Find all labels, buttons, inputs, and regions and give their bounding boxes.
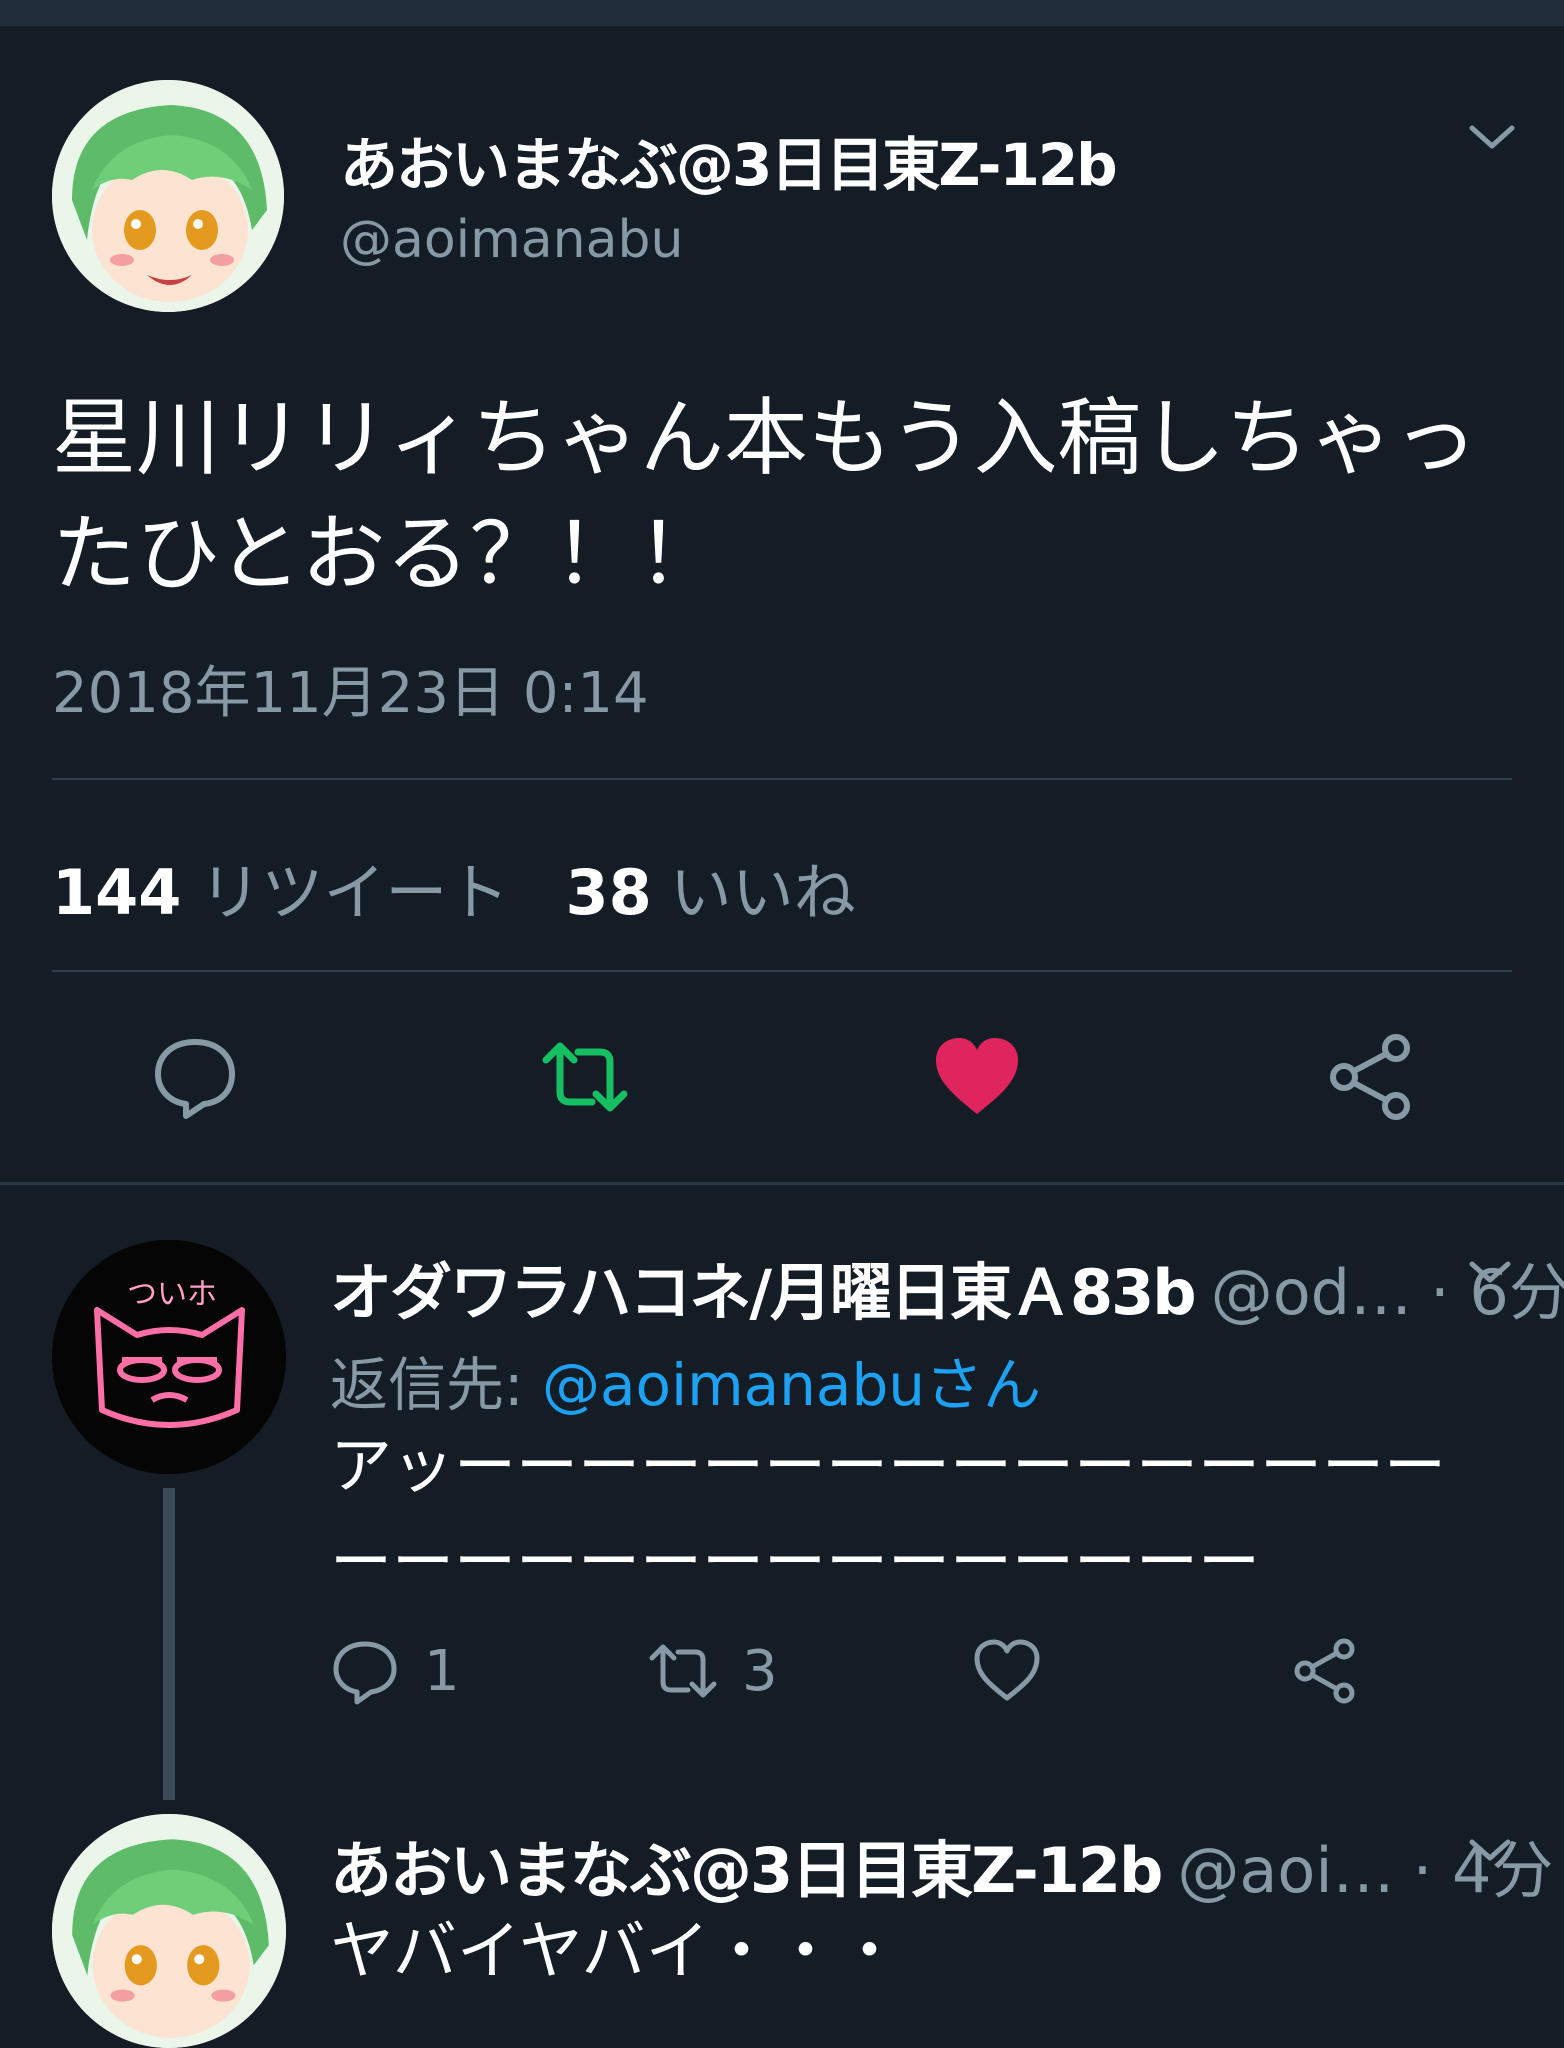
chevron-down-icon[interactable] <box>1468 1258 1512 1286</box>
anime-avatar-icon <box>52 1814 286 2048</box>
retweet-icon <box>649 1644 717 1698</box>
anime-avatar-icon <box>52 80 284 312</box>
section-divider <box>0 1182 1564 1185</box>
tweet-timestamp: 2018年11月23日 0:14 <box>52 661 649 726</box>
avatar[interactable] <box>52 80 284 312</box>
user-handle[interactable]: @od… <box>1211 1256 1412 1329</box>
divider <box>52 970 1512 972</box>
thread-line <box>163 1488 175 1800</box>
reply-text: ヤバイヤバイ・・・ <box>330 1915 902 1989</box>
like-count[interactable]: 38 <box>565 856 651 929</box>
reply-to-label: 返信先: <box>330 1351 524 1419</box>
like-label[interactable]: いいね <box>670 856 856 929</box>
retweet-icon[interactable] <box>540 1032 630 1122</box>
user-handle[interactable]: @aoimanabu <box>340 210 683 270</box>
reply-icon[interactable] <box>150 1032 240 1122</box>
share-action[interactable] <box>1290 1636 1360 1706</box>
reply-count: 1 <box>424 1638 460 1704</box>
retweet-label[interactable]: リツイート <box>199 856 509 929</box>
display-name[interactable]: あおいまなぶ@3日目東Z-12b <box>340 118 1118 202</box>
tweet-text: 星川リリィちゃん本もう入稿しちゃったひとおる？！！ <box>52 389 1478 603</box>
reply-to-mention[interactable]: @aoimanabuさん <box>542 1351 1041 1419</box>
retweet-count[interactable]: 144 <box>52 856 181 929</box>
like-icon <box>974 1639 1040 1701</box>
share-icon <box>1294 1638 1355 1704</box>
reply-action[interactable]: 1 <box>330 1636 460 1706</box>
avatar[interactable] <box>52 1814 286 2048</box>
reply-icon <box>333 1641 397 1705</box>
reply-header: オダワラハコネ/月曜日東Ａ83b @od… · 6分 <box>330 1242 1564 1332</box>
avatar-text: ついホ <box>127 1277 217 1312</box>
like-icon[interactable] <box>932 1032 1022 1122</box>
display-name[interactable]: オダワラハコネ/月曜日東Ａ83b <box>330 1256 1197 1329</box>
like-action[interactable] <box>972 1636 1042 1706</box>
status-bar <box>0 0 1564 26</box>
display-name[interactable]: あおいまなぶ@3日目東Z-12b <box>330 1834 1163 1907</box>
user-handle[interactable]: @aoi… <box>1177 1834 1394 1907</box>
reply-text: アッーーーーーーーーーーーーーーーーーーーーーーーーーーーーーーー <box>330 1429 1447 1598</box>
chevron-down-icon[interactable] <box>1468 122 1516 152</box>
retweet-action[interactable]: 3 <box>648 1636 778 1706</box>
reply-to: 返信先: @aoimanabuさん <box>330 1338 1041 1422</box>
share-icon[interactable] <box>1326 1032 1416 1122</box>
neon-cat-avatar-icon: ついホ <box>52 1240 286 1474</box>
reply-header: あおいまなぶ@3日目東Z-12b @aoi… · 4分 <box>330 1820 1553 1910</box>
divider <box>52 778 1512 780</box>
avatar[interactable]: ついホ <box>52 1240 286 1474</box>
retweet-count: 3 <box>742 1638 778 1704</box>
engagement-stats: 144 リツイート 38 いいね <box>52 842 912 932</box>
chevron-down-icon[interactable] <box>1468 1836 1512 1864</box>
